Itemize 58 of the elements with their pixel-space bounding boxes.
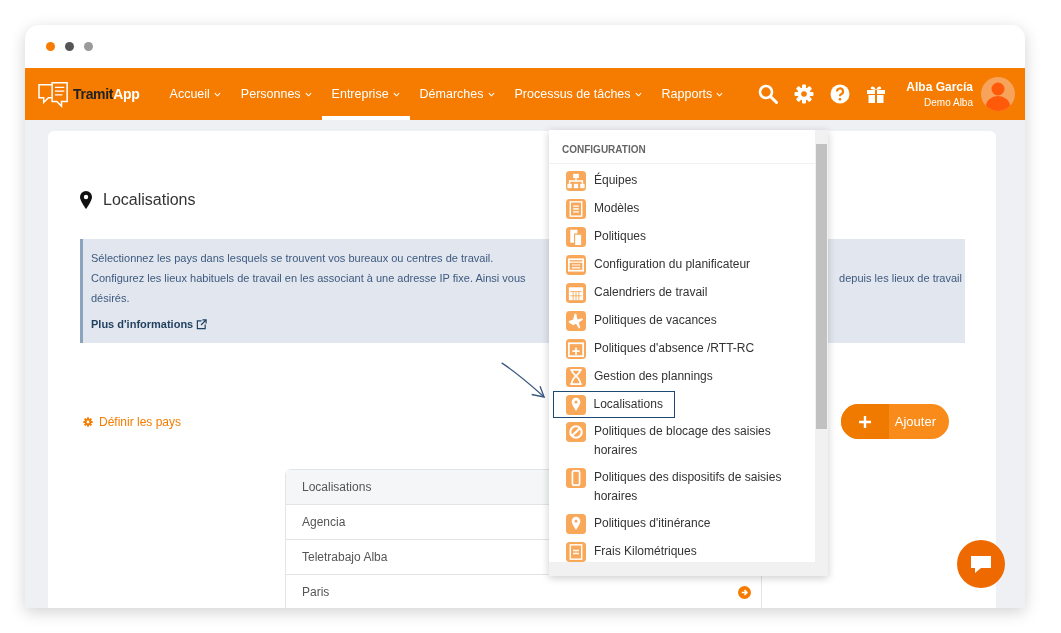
external-link-icon — [196, 318, 208, 330]
gift-icon — [866, 84, 887, 104]
help-icon — [830, 84, 851, 104]
vertical-scrollbar[interactable] — [815, 130, 828, 562]
menu-item[interactable]: Gestion des plannings — [553, 363, 811, 391]
prohibited-icon — [566, 422, 586, 442]
menu-item[interactable]: Frais Kilométriques — [553, 538, 811, 562]
menu-item[interactable]: Politiques — [553, 223, 811, 251]
chevron-down-icon — [634, 91, 642, 97]
menu-item[interactable]: Politiques d'absence /RTT-RC — [553, 335, 811, 363]
page-title: Localisations — [103, 191, 196, 209]
gear-icon — [83, 416, 93, 427]
org-chart-icon — [566, 171, 586, 191]
info-text: depuis les lieux de travail — [839, 271, 962, 286]
more-info-link[interactable]: Plus d'informations — [91, 314, 208, 334]
plus-icon — [858, 415, 871, 428]
menu-item[interactable]: Configuration du planificateur — [553, 251, 811, 279]
table-cell: Paris — [302, 585, 330, 599]
hourglass-icon — [566, 367, 586, 387]
list-icon — [566, 255, 586, 275]
location-pin-icon — [80, 191, 92, 209]
menu-item[interactable]: Politiques d'itinérance — [553, 510, 811, 538]
calendar-plus-icon — [566, 339, 586, 359]
menu-item[interactable]: Politiques de vacances — [553, 307, 811, 335]
menu-item[interactable]: Localisations — [553, 391, 675, 418]
chat-bubble-icon — [969, 553, 993, 575]
menu-item[interactable]: Équipes — [553, 167, 811, 195]
arrow-circle-icon — [738, 585, 751, 599]
info-text: Configurez les lieux habituels de travail en les associant à une adresse IP fixe. Ainsi vous — [91, 271, 526, 286]
horizontal-scrollbar[interactable] — [549, 562, 828, 576]
avatar-icon — [981, 77, 1015, 111]
menu-section-header: CONFIGURATION — [549, 144, 815, 164]
plane-icon — [566, 311, 586, 331]
table-cell: Teletrabajo Alba — [302, 550, 388, 564]
chevron-down-icon — [487, 91, 495, 97]
table-cell: Agencia — [302, 515, 346, 529]
settings-icon — [794, 84, 815, 104]
app-logo-text: TramitApp — [73, 86, 140, 102]
location-pin-icon — [565, 394, 586, 415]
menu-item[interactable]: Politiques de blocage des saisies horaires — [553, 418, 811, 464]
menu-item[interactable]: Calendriers de travail — [553, 279, 811, 307]
chevron-down-icon — [213, 91, 221, 97]
document-icon — [566, 542, 586, 562]
chevron-down-icon — [716, 91, 724, 97]
company-name: Demo Alba — [923, 97, 973, 108]
speech-bubbles-icon — [37, 79, 71, 109]
files-icon — [566, 227, 586, 247]
chevron-down-icon — [304, 91, 312, 97]
calendar-icon — [566, 283, 586, 303]
menu-item[interactable]: Modèles — [553, 195, 811, 223]
info-text: désirés. — [91, 291, 130, 306]
document-icon — [566, 199, 586, 219]
search-icon — [758, 84, 779, 104]
info-text: Sélectionnez les pays dans lesquels se trouvent vos bureaux ou centres de travail. — [91, 251, 494, 266]
phone-icon — [566, 468, 586, 488]
location-pin-icon — [566, 514, 586, 534]
user-name: Alba García — [906, 80, 973, 94]
chevron-down-icon — [392, 91, 400, 97]
